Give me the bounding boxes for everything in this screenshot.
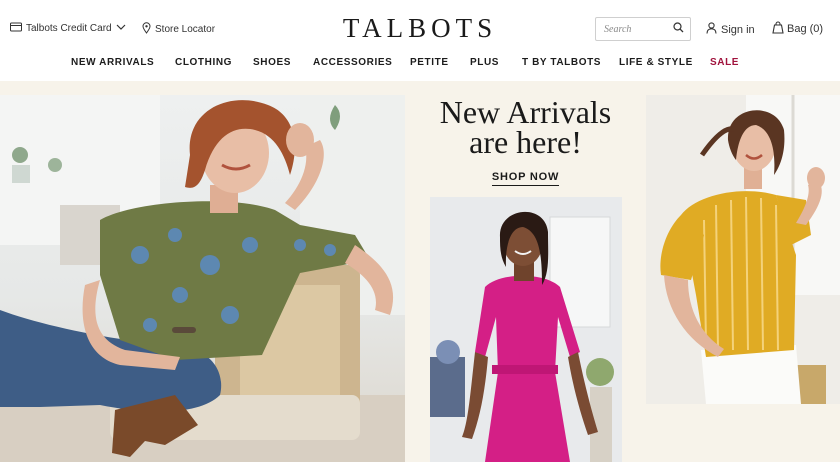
headline-line-2: are here! bbox=[469, 124, 582, 160]
nav-shoes[interactable]: SHOES bbox=[253, 57, 291, 68]
hero-headline: New Arrivals are here! bbox=[405, 94, 646, 160]
nav-t-by-talbots[interactable]: T BY TALBOTS bbox=[522, 57, 601, 68]
header: Talbots Credit Card Store Locator TALBOT… bbox=[0, 0, 840, 50]
shop-now-wrapper: SHOP NOW bbox=[405, 167, 646, 186]
search-icon[interactable] bbox=[673, 20, 684, 38]
sign-in-link[interactable]: Sign in bbox=[706, 22, 755, 37]
sign-in-label: Sign in bbox=[721, 23, 755, 36]
headline-line-1: New Arrivals bbox=[439, 94, 612, 130]
user-icon bbox=[706, 22, 717, 37]
nav-new-arrivals[interactable]: NEW ARRIVALS bbox=[71, 57, 154, 68]
bag-label: Bag (0) bbox=[787, 23, 824, 35]
hero-banner[interactable]: New Arrivals are here! SHOP NOW bbox=[0, 81, 840, 462]
logo-text: TALBOTS bbox=[342, 13, 498, 43]
hero-image-yellow-top[interactable] bbox=[646, 95, 840, 404]
nav-sale[interactable]: SALE bbox=[710, 57, 739, 68]
main-nav: NEW ARRIVALS CLOTHING SHOES ACCESSORIES … bbox=[0, 50, 840, 76]
search-box bbox=[595, 17, 691, 41]
nav-clothing[interactable]: CLOTHING bbox=[175, 57, 232, 68]
shop-now-link[interactable]: SHOP NOW bbox=[491, 171, 560, 186]
shopping-bag-icon bbox=[772, 21, 784, 37]
search-input[interactable] bbox=[604, 23, 664, 35]
bag-link[interactable]: Bag (0) bbox=[772, 21, 823, 37]
nav-petite[interactable]: PETITE bbox=[410, 57, 449, 68]
nav-plus[interactable]: PLUS bbox=[470, 57, 499, 68]
nav-life-and-style[interactable]: LIFE & STYLE bbox=[619, 57, 693, 68]
hero-image-floral-top[interactable] bbox=[0, 95, 405, 462]
nav-accessories[interactable]: ACCESSORIES bbox=[313, 57, 392, 68]
hero-image-pink-dress[interactable] bbox=[430, 197, 622, 462]
